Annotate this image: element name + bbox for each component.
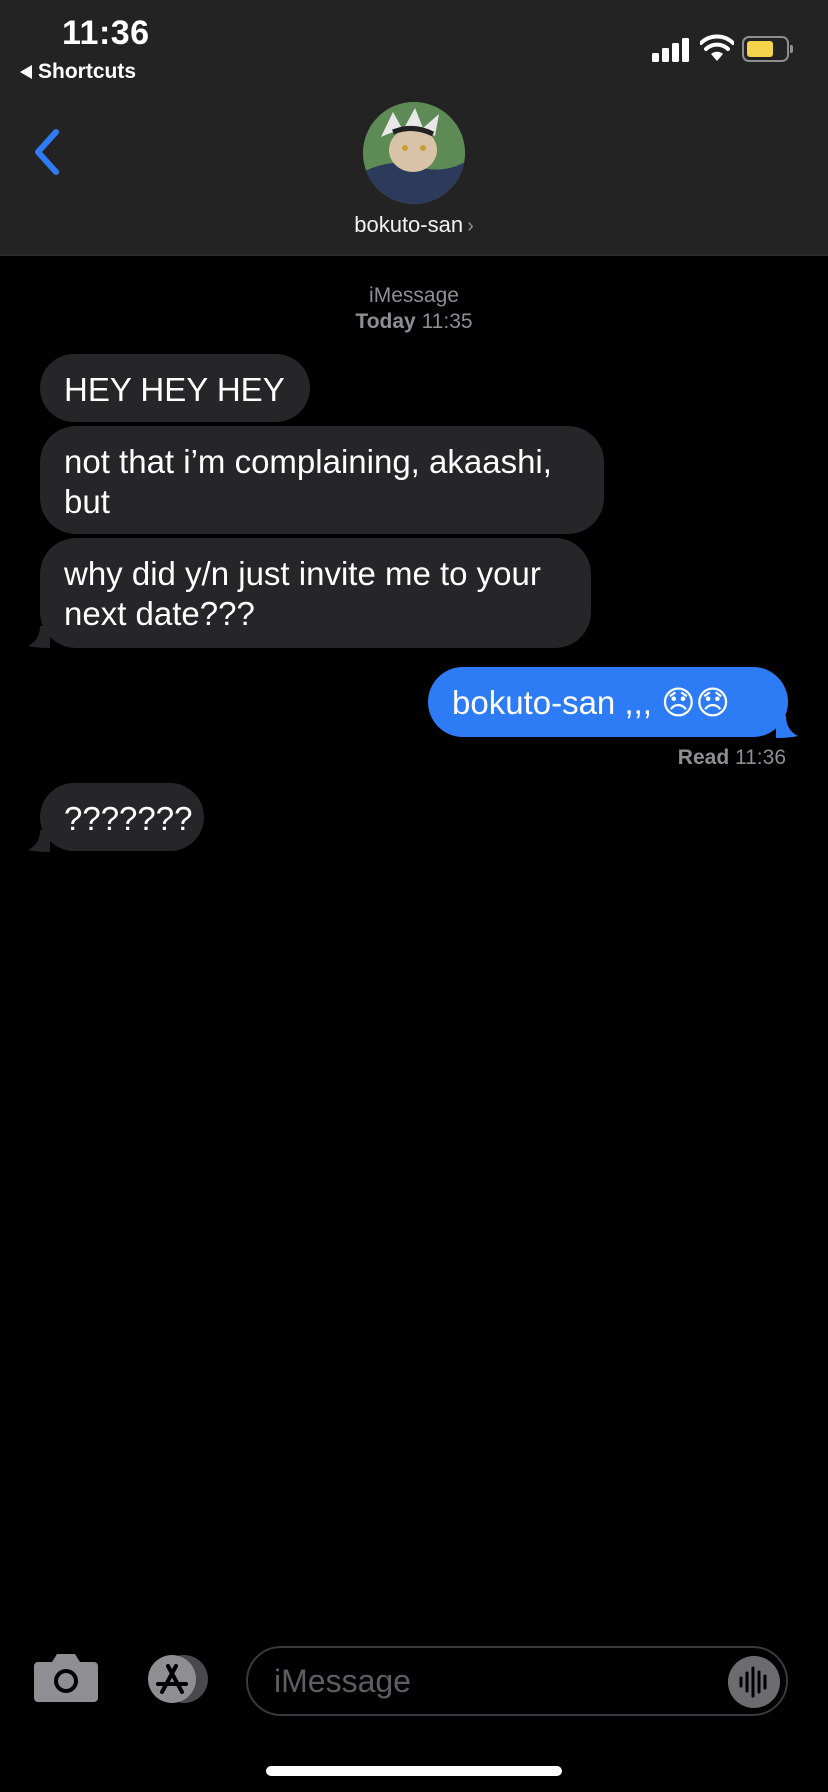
contact-avatar[interactable]: [363, 102, 465, 204]
receipt-time: 11:36: [735, 746, 786, 769]
back-app-label: Shortcuts: [38, 60, 137, 83]
read-receipt: Read 11:36: [678, 746, 786, 770]
conversation-header: 11:36 Shortcuts bokuto-san ›: [0, 0, 828, 256]
waveform-icon[interactable]: [728, 1656, 780, 1708]
home-indicator[interactable]: [266, 1766, 562, 1776]
message-bubble-incoming[interactable]: not that i’m complaining, akaashi, but: [40, 426, 604, 534]
timestamp-time: 11:35: [421, 310, 473, 333]
message-input[interactable]: iMessage: [246, 1646, 788, 1716]
bubble-tail: [776, 716, 798, 738]
message-text: bokuto-san ,,, 😞😞: [452, 684, 730, 721]
avatar-image: [363, 102, 465, 204]
receipt-status: Read: [677, 746, 730, 769]
chevron-right-icon: ›: [467, 215, 474, 237]
service-label: iMessage: [369, 284, 459, 307]
bubble-tail: [28, 626, 50, 648]
back-to-shortcuts-link[interactable]: Shortcuts: [20, 60, 136, 84]
message-bubble-incoming[interactable]: HEY HEY HEY: [40, 354, 310, 422]
message-input-placeholder: iMessage: [274, 1663, 411, 1699]
message-bubble-outgoing[interactable]: bokuto-san ,,, 😞😞: [428, 667, 788, 737]
message-text: not that i’m complaining, akaashi, but: [64, 443, 552, 520]
timestamp-day: Today: [355, 310, 416, 333]
app-store-icon[interactable]: [140, 1654, 212, 1704]
battery-icon: [742, 36, 794, 62]
contact-name[interactable]: bokuto-san ›: [0, 212, 828, 238]
cellular-signal-icon: [652, 38, 690, 62]
bubble-tail: [28, 830, 50, 852]
message-text: ???????: [64, 800, 193, 837]
message-bubble-incoming[interactable]: ???????: [40, 783, 204, 851]
message-bubble-incoming[interactable]: why did y/n just invite me to your next …: [40, 538, 591, 648]
chevron-left-icon[interactable]: [30, 128, 64, 176]
contact-name-label: bokuto-san: [354, 212, 464, 237]
camera-icon[interactable]: [34, 1650, 98, 1702]
back-triangle-icon: [20, 65, 32, 79]
wifi-icon: [700, 34, 734, 61]
thread-timestamp: iMessage Today 11:35: [0, 283, 828, 335]
status-time: 11:36: [62, 14, 150, 52]
message-text: HEY HEY HEY: [64, 371, 285, 408]
message-text: why did y/n just invite me to your next …: [64, 555, 541, 632]
